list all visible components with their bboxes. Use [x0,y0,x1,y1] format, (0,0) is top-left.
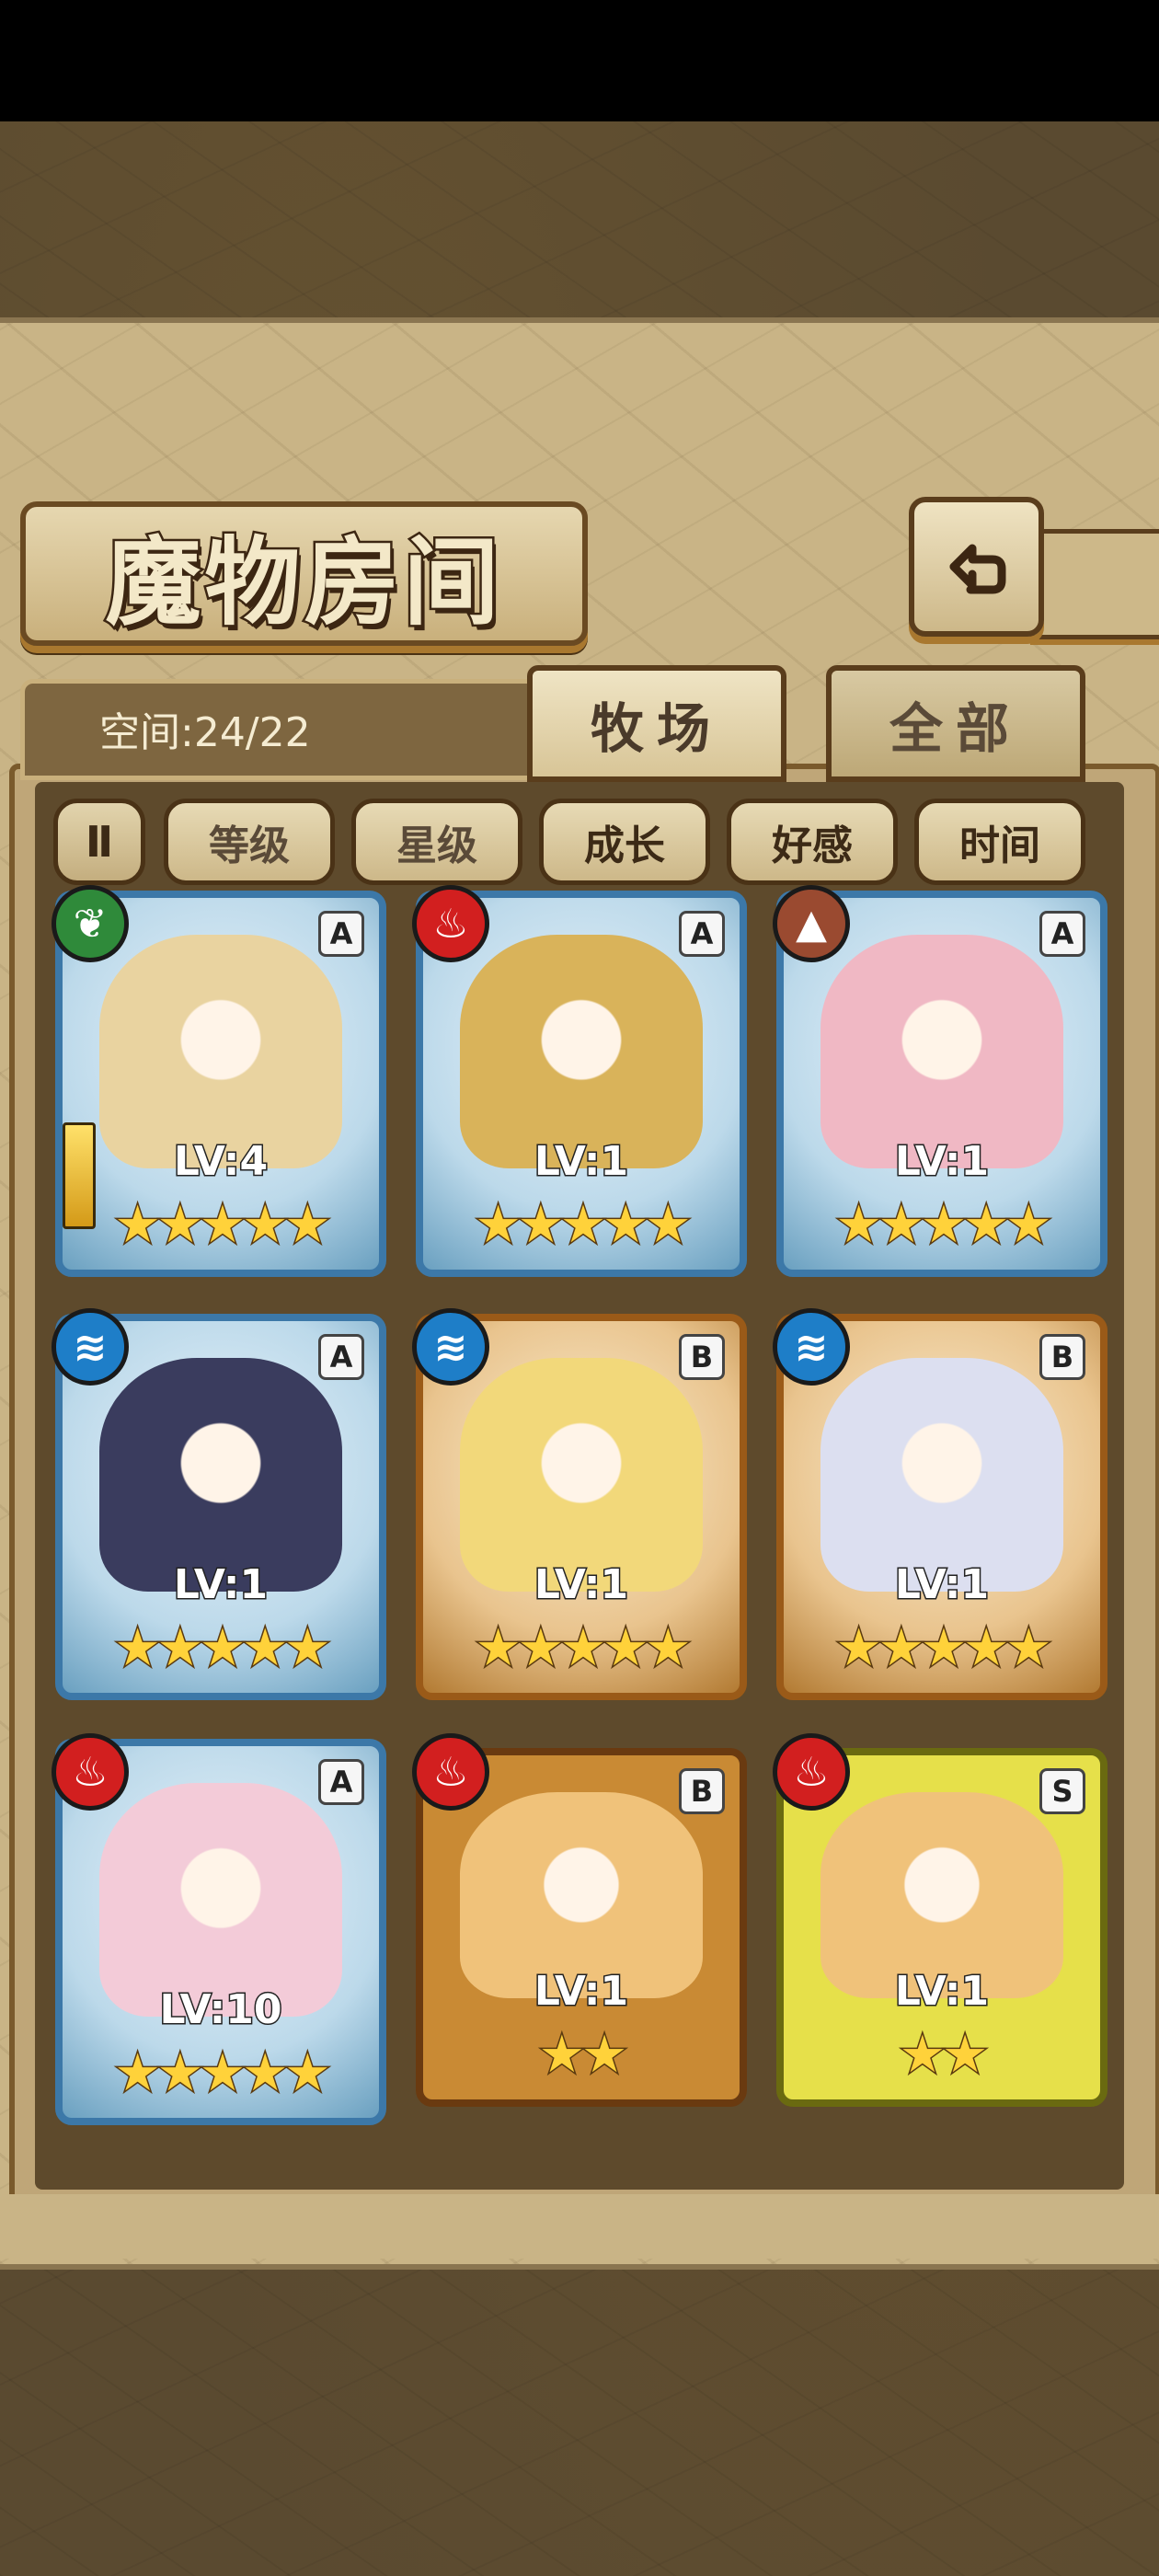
monster-portrait [820,935,1063,1168]
fire-icon: ♨ [773,1733,850,1811]
fire-icon: ♨ [412,1733,489,1811]
rank-badge: S [1039,1768,1085,1814]
monster-portrait [99,1358,342,1592]
capacity-label: 空间:24/22 [99,709,311,756]
star-rating: ★★★★★ [474,1617,693,1680]
back-button[interactable] [909,497,1044,637]
sort-growth-button[interactable]: 成长 [539,799,710,885]
water-icon: ≋ [52,1308,129,1386]
monster-level: LV:1 [893,1137,990,1187]
star-rating: ★★ [537,2024,628,2087]
panel-bottom-band [0,2194,1159,2259]
page-title: 魔物房间 [103,523,503,641]
tab-ranch[interactable]: 牧场 [527,665,786,782]
monster-level: LV:10 [158,1985,283,2035]
rank-badge: B [679,1334,725,1380]
fire-icon: ♨ [52,1733,129,1811]
back-arrow-icon [949,544,1005,594]
sort-affinity-button[interactable]: 好感 [727,799,898,885]
monster-portrait [460,935,703,1168]
leaf-icon: ❦ [52,885,129,962]
star-rating: ★★ [898,2024,989,2087]
monster-level: LV:1 [893,1560,990,1610]
monster-level: LV:1 [533,1967,629,2017]
monster-portrait [460,1358,703,1592]
monster-portrait [820,1358,1063,1592]
sword-icon [63,1122,96,1229]
water-icon: ≋ [412,1308,489,1386]
monster-level: LV:1 [533,1560,629,1610]
star-rating: ★★★★★ [834,1194,1053,1257]
back-button-extension [1030,529,1159,639]
star-rating: ★★★★★ [113,1617,332,1680]
rank-badge: A [679,911,725,957]
monster-portrait [99,1783,342,2017]
sort-star-button[interactable]: 星级 [351,799,522,885]
rank-badge: A [318,911,364,957]
filter-toggle-icon[interactable]: Ⅱ [53,799,145,885]
monster-level: LV:4 [172,1137,269,1187]
title-plate: 魔物房间 [20,501,588,646]
star-rating: ★★★★★ [834,1617,1053,1680]
rank-badge: A [318,1759,364,1805]
sort-level-button[interactable]: 等级 [164,799,335,885]
fire-icon: ♨ [412,885,489,962]
monster-level: LV:1 [172,1560,269,1610]
water-icon: ≋ [773,1308,850,1386]
star-rating: ★★★★★ [474,1194,693,1257]
rank-badge: B [1039,1334,1085,1380]
rank-badge: A [1039,911,1085,957]
star-rating: ★★★★★ [113,1194,332,1257]
tab-all[interactable]: 全部 [826,665,1085,782]
sort-time-button[interactable]: 时间 [914,799,1085,885]
monster-level: LV:1 [893,1967,990,2017]
monster-level: LV:1 [533,1137,629,1187]
rank-badge: B [679,1768,725,1814]
earth-icon: ▲ [773,885,850,962]
rank-badge: A [318,1334,364,1380]
monster-portrait [99,935,342,1168]
star-rating: ★★★★★ [113,2042,332,2105]
